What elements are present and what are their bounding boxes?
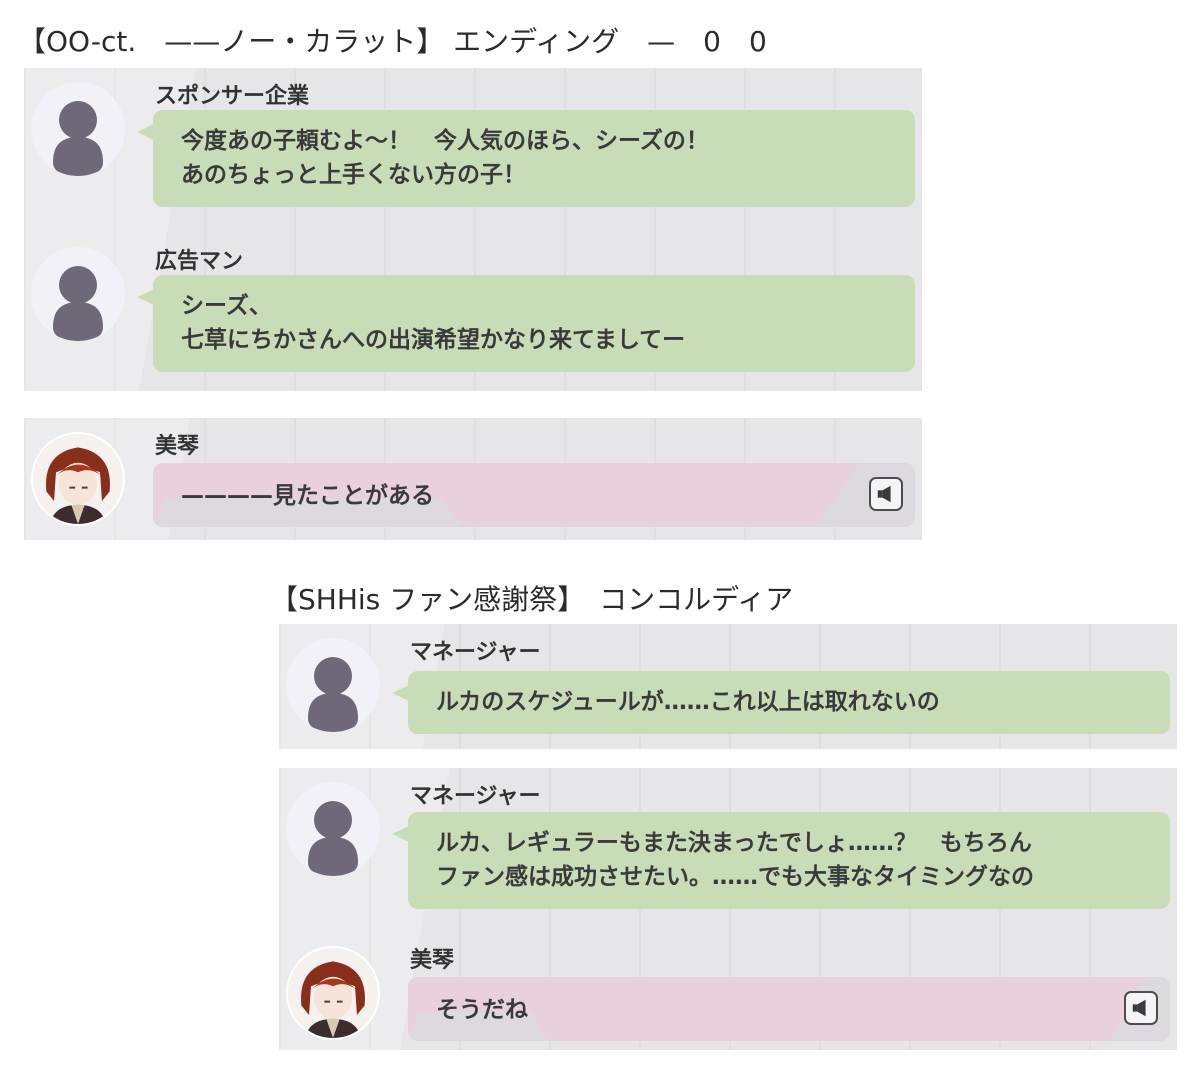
- speaker-name: 美琴: [410, 948, 455, 973]
- chat-panel: 美琴 ————見たことがある: [24, 418, 922, 540]
- chat-message: マネージャー ルカのスケジュールが……これ以上は取れないの: [279, 624, 1177, 749]
- character-avatar: [286, 946, 380, 1040]
- character-avatar: [31, 432, 125, 526]
- chat-panel: マネージャー ルカ、レギュラーもまた決まったでしょ……？ もちろん ファン感は成…: [279, 768, 1177, 1050]
- message-bubble: 今度あの子頼むよ～！ 今人気のほら、シーズの！ あのちょっと上手くない方の子！: [137, 110, 915, 207]
- bubble-tail: [392, 685, 409, 701]
- speaker-name: 広告マン: [155, 249, 244, 274]
- chat-panel: マネージャー ルカのスケジュールが……これ以上は取れないの: [279, 624, 1177, 749]
- message-line: ルカのスケジュールが……これ以上は取れないの: [436, 689, 940, 715]
- speaker-icon: [1132, 999, 1146, 1017]
- message-line: あのちょっと上手くない方の子！: [181, 162, 526, 188]
- message-line: ————見たことがある: [181, 483, 434, 509]
- mikoto-portrait-icon: [33, 434, 123, 524]
- message-line: 七草にちかさんへの出演希望かなり来てましてー: [181, 327, 686, 353]
- silhouette-avatar: [31, 82, 125, 176]
- speaker-name: スポンサー企業: [155, 84, 310, 109]
- message-line: ルカ、レギュラーもまた決まったでしょ……？ もちろん: [436, 830, 1032, 856]
- message-bubble: シーズ、 七草にちかさんへの出演希望かなり来てましてー: [137, 275, 915, 372]
- silhouette-avatar: [31, 247, 125, 341]
- message-line: 今度あの子頼むよ～！ 今人気のほら、シーズの！: [181, 128, 709, 154]
- bubble-tail: [153, 477, 154, 493]
- bubble-tail: [137, 124, 154, 140]
- section-heading: 【SHHis ファン感謝祭】 コンコルディア: [270, 583, 794, 616]
- speaker-name: 美琴: [155, 434, 200, 459]
- section-heading: 【OO-ct. ——ノー・カラット】 エンディング — 0 0: [18, 25, 767, 58]
- silhouette-icon: [53, 266, 103, 341]
- voice-play-button[interactable]: [1124, 991, 1158, 1025]
- bubble-tail: [392, 826, 409, 842]
- message-bubble: ルカ、レギュラーもまた決まったでしょ……？ もちろん ファン感は成功させたい。……: [392, 812, 1170, 909]
- silhouette-icon: [308, 801, 358, 876]
- speaker-name: マネージャー: [410, 640, 541, 665]
- voice-play-button[interactable]: [869, 477, 903, 511]
- speaker-icon: [877, 485, 891, 503]
- bubble-tail: [137, 289, 154, 305]
- chat-message: 広告マン シーズ、 七草にちかさんへの出演希望かなり来てましてー: [24, 233, 922, 383]
- message-bubble: ルカのスケジュールが……これ以上は取れないの: [392, 671, 1170, 734]
- chat-message: スポンサー企業 今度あの子頼むよ～！ 今人気のほら、シーズの！ あのちょっと上手…: [24, 68, 922, 218]
- chat-panel: スポンサー企業 今度あの子頼むよ～！ 今人気のほら、シーズの！ あのちょっと上手…: [24, 68, 922, 391]
- silhouette-avatar: [286, 638, 380, 732]
- message-line: そうだね: [436, 997, 528, 1023]
- silhouette-icon: [53, 101, 103, 176]
- chat-message: 美琴 そうだね: [279, 930, 1177, 1050]
- message-bubble: そうだね: [408, 977, 1170, 1041]
- speaker-name: マネージャー: [410, 784, 541, 809]
- message-line: ファン感は成功させたい。……でも大事なタイミングなの: [436, 864, 1034, 890]
- chat-message: マネージャー ルカ、レギュラーもまた決まったでしょ……？ もちろん ファン感は成…: [279, 768, 1177, 918]
- message-bubble: ————見たことがある: [153, 463, 915, 527]
- message-line: シーズ、: [181, 293, 272, 319]
- silhouette-icon: [308, 657, 358, 732]
- mikoto-portrait-icon: [288, 948, 378, 1038]
- silhouette-avatar: [286, 782, 380, 876]
- chat-message: 美琴 ————見たことがある: [24, 418, 922, 540]
- bubble-tail: [408, 991, 409, 1007]
